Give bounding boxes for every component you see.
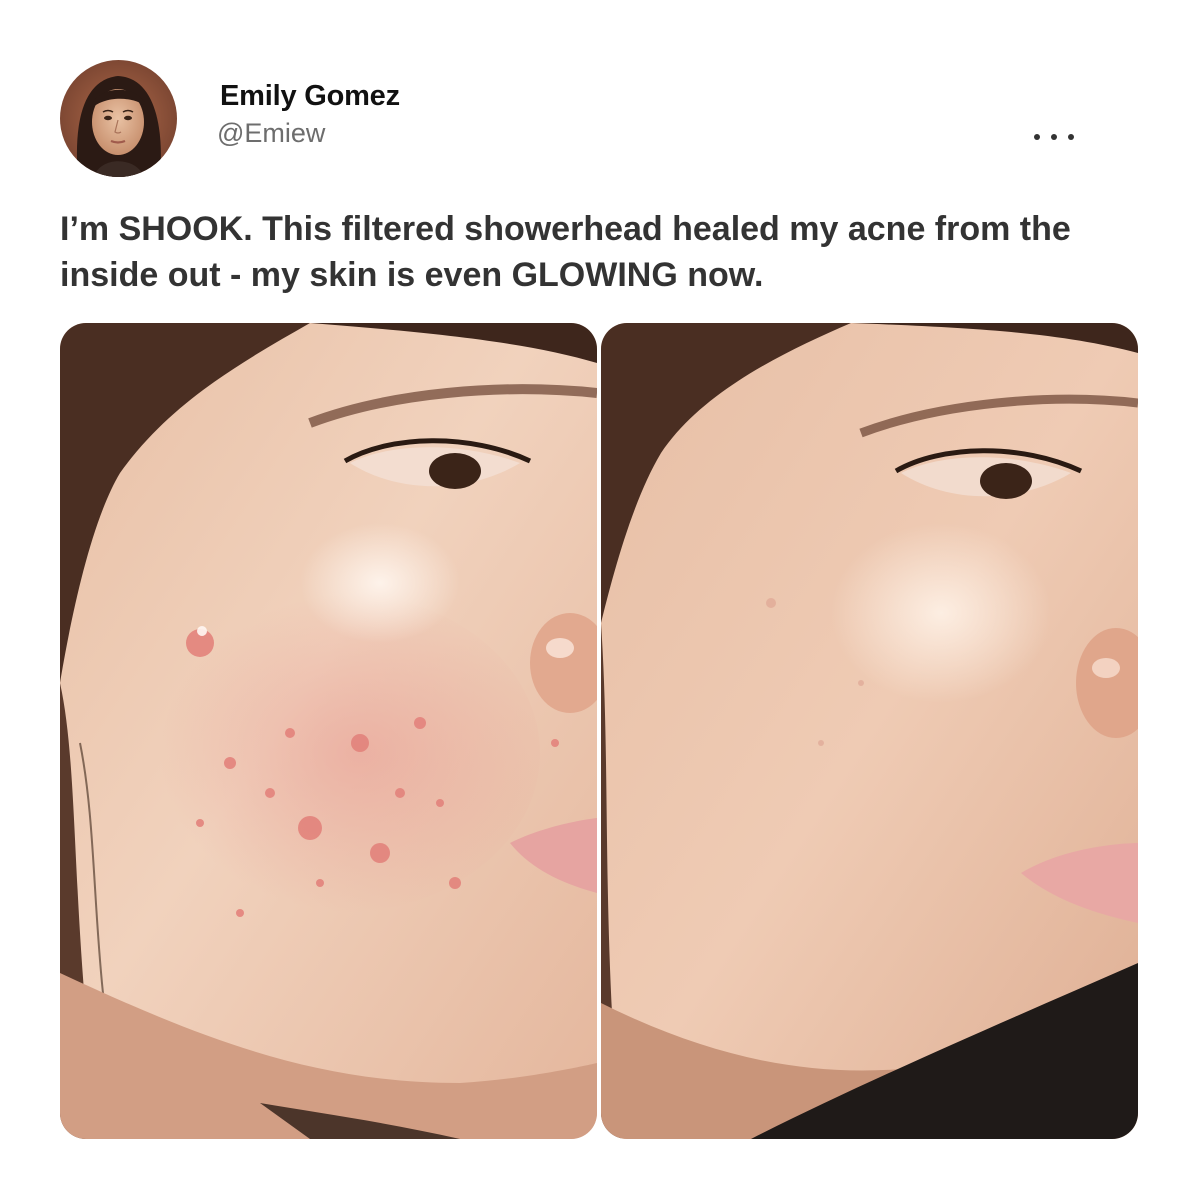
avatar-photo [60, 60, 177, 177]
before-photo[interactable] [60, 323, 597, 1139]
social-post-card: Emily Gomez @Emiew I’m SHOOK. This filte… [0, 0, 1200, 1200]
more-options-button[interactable] [1030, 122, 1078, 152]
more-horizontal-icon [1034, 134, 1040, 140]
more-dot [1051, 134, 1057, 140]
post-body-text: I’m SHOOK. This filtered showerhead heal… [60, 210, 1071, 294]
author-display-name[interactable]: Emily Gomez [220, 80, 400, 113]
after-photo[interactable] [601, 323, 1138, 1139]
more-dot [1068, 134, 1074, 140]
author-handle[interactable]: @Emiew [217, 118, 325, 149]
face-acne-image [60, 323, 597, 1139]
face-clear-image [601, 323, 1138, 1139]
author-avatar[interactable] [60, 60, 177, 177]
